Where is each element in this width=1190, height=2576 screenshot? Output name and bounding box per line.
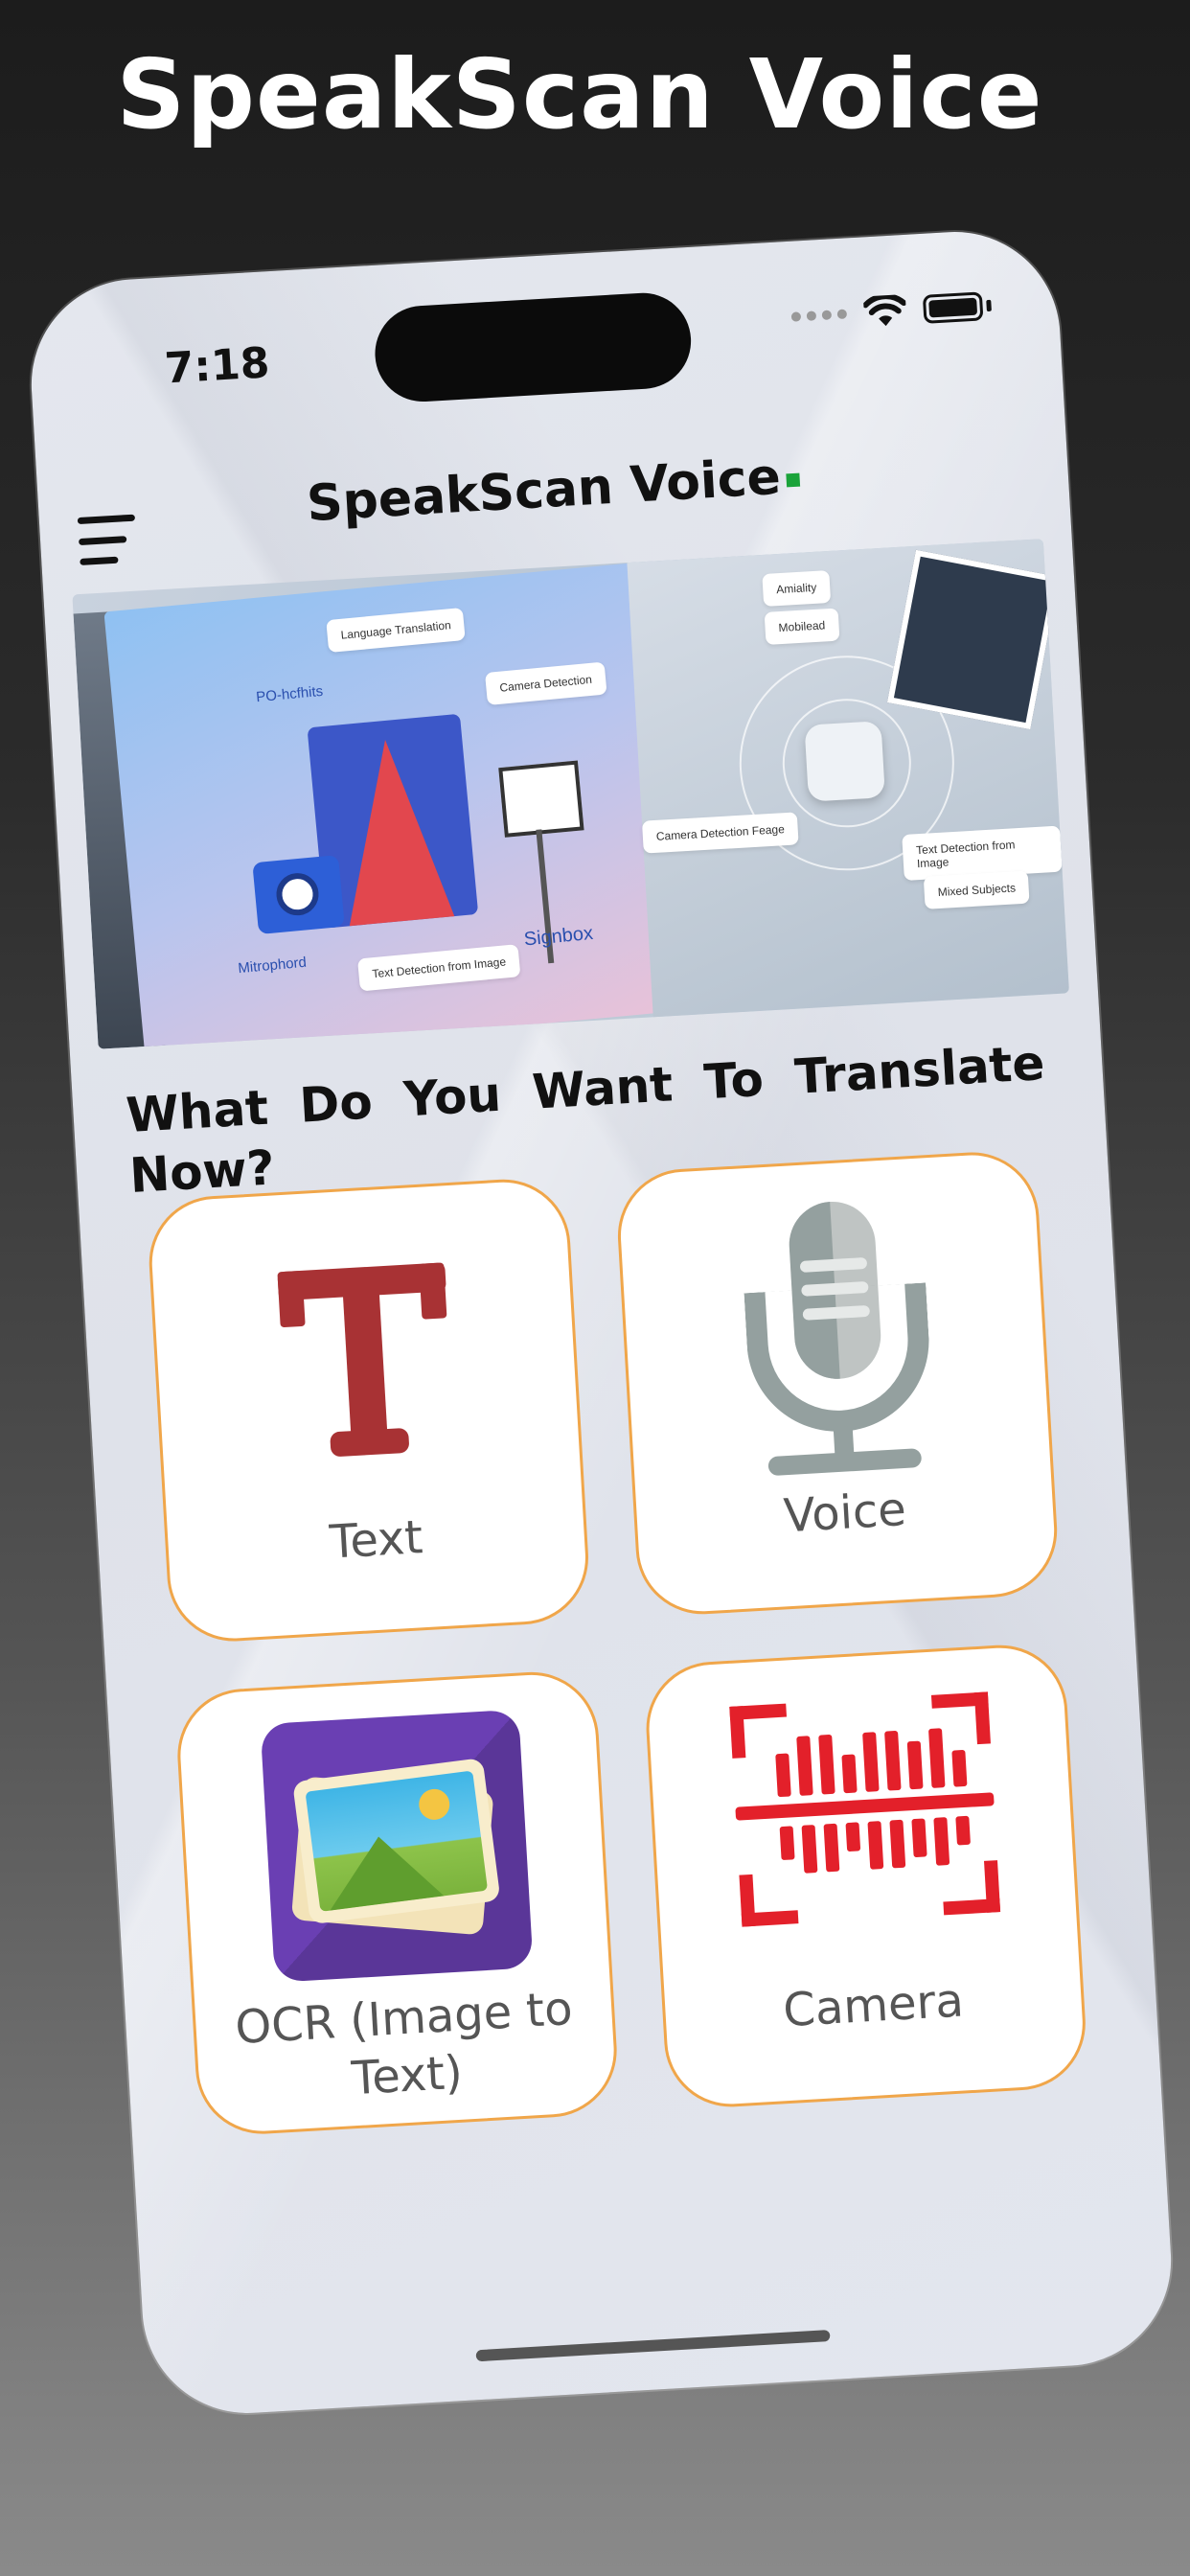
battery-icon — [922, 291, 984, 324]
banner-signbox: Signbox — [522, 922, 594, 951]
barcode-scan-icon — [729, 1691, 1001, 1927]
banner-label-camera-page: Camera Detection Feage — [641, 812, 799, 854]
text-tile-button[interactable]: Text — [145, 1175, 592, 1645]
voice-tile-button[interactable]: Voice — [614, 1148, 1062, 1619]
banner-label-mixed: Mixed Subjects — [923, 870, 1030, 909]
banner-cone-shape — [332, 734, 455, 927]
status-icons — [790, 289, 993, 334]
app-title: SpeakScan Voice — [37, 432, 1069, 549]
letter-t-icon — [267, 1252, 470, 1473]
feature-banner: Language Translation Camera Detection PO… — [72, 539, 1070, 1049]
banner-label-text-detection: Text Detection from Image — [357, 944, 521, 992]
banner-illustration: Language Translation Camera Detection PO… — [103, 562, 680, 1049]
voice-tile-label: Voice — [782, 1483, 908, 1544]
title-dot — [786, 472, 801, 488]
banner-label-camera: Camera Detection — [484, 661, 607, 705]
signal-dots-icon — [790, 309, 848, 322]
image-gallery-icon — [260, 1709, 534, 1983]
battery-nub — [986, 299, 992, 312]
camera-illustration-icon — [252, 855, 345, 935]
banner-mitrophord: Mitrophord — [237, 954, 308, 978]
microphone-icon — [734, 1196, 941, 1477]
app-title-text: SpeakScan Voice — [305, 448, 783, 534]
banner-label-mobilead: Mobilead — [764, 608, 840, 645]
banner-photo — [886, 549, 1060, 730]
phone-frame: 7:18 SpeakScan Voice Language Translatio… — [25, 225, 1178, 2420]
banner-right-panel: Amiality Mobilead Camera Detection Feage… — [627, 539, 1070, 1018]
promo-title: SpeakScan Voice — [116, 38, 1043, 150]
ocr-tile-button[interactable]: OCR (Image to Text) — [173, 1668, 621, 2138]
wifi-icon — [862, 293, 907, 327]
camera-tile-label: Camera — [781, 1973, 966, 2038]
banner-label-amility: Amiality — [762, 570, 832, 607]
ocr-tile-label: OCR (Image to Text) — [233, 1981, 574, 2106]
camera-hub-icon — [804, 721, 885, 802]
banner-label-language: Language Translation — [326, 607, 467, 654]
camera-tile-button[interactable]: Camera — [642, 1641, 1089, 2111]
home-indicator[interactable] — [475, 2330, 831, 2362]
dynamic-island — [372, 289, 694, 404]
status-time: 7:18 — [163, 338, 271, 394]
text-tile-label: Text — [328, 1510, 424, 1570]
banner-po-text: PO-hcfhits — [255, 682, 324, 706]
sign-illustration-icon — [498, 760, 584, 838]
